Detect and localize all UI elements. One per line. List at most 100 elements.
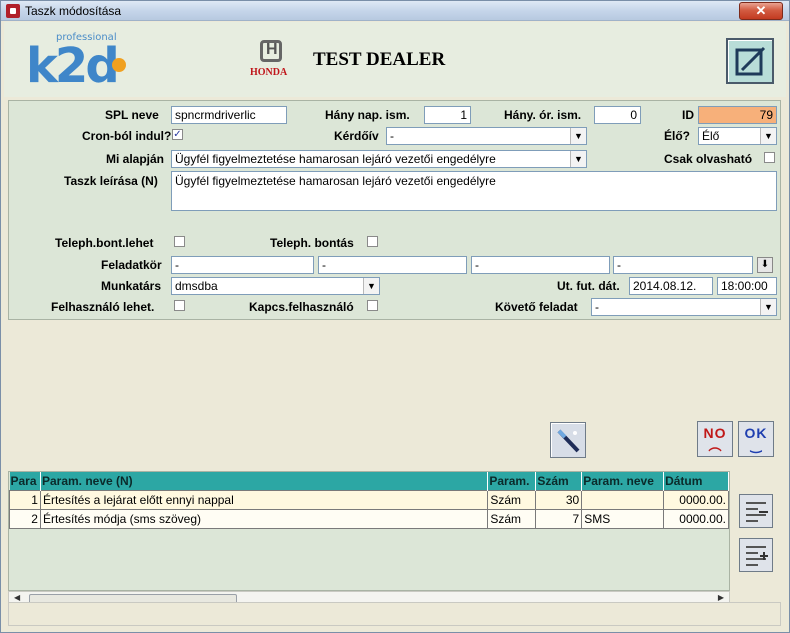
scroll-right-icon[interactable]: ▶	[718, 593, 724, 602]
felh-lehet-checkbox[interactable]	[174, 300, 185, 311]
col-header[interactable]: Param.	[487, 472, 537, 490]
cell-index[interactable]: 1	[9, 489, 41, 510]
cell-number[interactable]: 30	[535, 489, 583, 510]
cell-param-name[interactable]	[581, 489, 665, 510]
koveto-label: Követő feladat	[495, 300, 578, 314]
smile-icon: ‿	[750, 438, 762, 453]
hany-nap-label: Hány nap. ism.	[325, 108, 410, 122]
logo-dot	[112, 58, 126, 72]
dealer-name: TEST DEALER	[313, 49, 446, 70]
cell-param-name[interactable]: SMS	[581, 508, 665, 529]
koveto-select[interactable]: - ▼	[591, 298, 777, 316]
teleph-bont-lehet-checkbox[interactable]	[174, 236, 185, 247]
cell-name[interactable]: Értesítés módja (sms szöveg)	[39, 508, 489, 529]
client-area: professional k2d HONDA TEST DEALER SPL n…	[4, 22, 786, 630]
status-bar	[8, 602, 781, 626]
remove-param-button[interactable]	[739, 494, 773, 528]
list-remove-icon	[746, 502, 768, 522]
hany-or-label: Hány. ór. ism.	[504, 108, 582, 122]
table-row[interactable]: 2 Értesítés módja (sms szöveg) Szám 7 SM…	[9, 508, 729, 529]
param-table: Para Param. neve (N) Param. Szám Param. …	[8, 471, 730, 591]
teleph-bontas-checkbox[interactable]	[367, 236, 378, 247]
felh-lehet-label: Felhasználó lehet.	[51, 300, 155, 314]
mi-alapjan-select[interactable]: Ügyfél figyelmeztetése hamarosan lejáró …	[171, 150, 587, 168]
edit-button[interactable]	[726, 38, 774, 84]
no-button[interactable]: NO ︵	[697, 421, 733, 457]
magic-wand-icon	[557, 429, 580, 453]
col-header[interactable]: Param. neve	[581, 472, 665, 490]
feladatkor-input-2[interactable]: -	[318, 256, 467, 274]
col-header[interactable]: Dátum	[663, 472, 729, 490]
scroll-left-icon[interactable]: ◀	[14, 593, 20, 602]
wizard-button[interactable]	[550, 422, 586, 458]
csak-olv-label: Csak olvasható	[664, 152, 753, 166]
header: professional k2d HONDA TEST DEALER	[4, 22, 786, 97]
logo-main-text: k2d	[26, 38, 120, 94]
feladatkor-input-4[interactable]: -	[613, 256, 753, 274]
elo-value: Élő	[702, 129, 720, 143]
elo-select[interactable]: Élő ▼	[698, 127, 777, 145]
teleph-bontas-label: Teleph. bontás	[270, 236, 354, 250]
cell-index[interactable]: 2	[9, 508, 41, 529]
feladatkor-input-3[interactable]: -	[471, 256, 610, 274]
cell-date[interactable]: 0000.00.	[663, 489, 729, 510]
spl-input[interactable]: spncrmdriverlic	[171, 106, 287, 124]
chevron-down-icon[interactable]: ▼	[570, 128, 586, 144]
munkatars-label: Munkatárs	[101, 279, 162, 293]
cell-name[interactable]: Értesítés a lejárat előtt ennyi nappal	[39, 489, 489, 510]
cron-checkbox[interactable]: ✓	[172, 129, 183, 140]
title-bar[interactable]: Taszk módosítása ✕	[1, 1, 789, 21]
task-form-panel: SPL neve spncrmdriverlic Hány nap. ism. …	[8, 100, 781, 320]
chevron-down-icon[interactable]: ▼	[570, 151, 586, 167]
mi-alapjan-label: Mi alapján	[106, 152, 165, 166]
list-add-icon	[746, 546, 768, 566]
hany-nap-input[interactable]: 1	[424, 106, 471, 124]
cell-date[interactable]: 0000.00.	[663, 508, 729, 529]
elo-label: Élő?	[664, 129, 690, 143]
kerdoiv-select[interactable]: - ▼	[386, 127, 587, 145]
kapcs-felh-checkbox[interactable]	[367, 300, 378, 311]
close-button[interactable]: ✕	[739, 2, 783, 20]
window-title: Taszk módosítása	[25, 4, 122, 18]
edit-icon	[735, 46, 766, 76]
table-row[interactable]: 1 Értesítés a lejárat előtt ennyi nappal…	[9, 489, 729, 510]
leiras-label: Taszk leírása (N)	[64, 174, 158, 188]
table-header-row: Para Param. neve (N) Param. Szám Param. …	[9, 472, 729, 490]
kerdoiv-value: -	[390, 129, 394, 143]
honda-logo: HONDA	[250, 40, 290, 80]
add-param-button[interactable]	[739, 538, 773, 572]
k2d-logo: professional k2d	[26, 32, 146, 94]
chevron-down-icon[interactable]: ▼	[760, 299, 776, 315]
cell-type[interactable]: Szám	[487, 508, 537, 529]
frown-icon: ︵	[708, 438, 722, 453]
kapcs-felh-label: Kapcs.felhasználó	[249, 300, 354, 314]
cell-type[interactable]: Szám	[487, 489, 537, 510]
ok-button[interactable]: OK ‿	[738, 421, 774, 457]
chevron-down-icon[interactable]: ▼	[363, 278, 379, 294]
csak-olv-checkbox[interactable]	[764, 152, 775, 163]
arrow-down-icon[interactable]: ⬇	[757, 257, 773, 273]
honda-mark-icon	[260, 40, 282, 62]
col-header[interactable]: Szám	[535, 472, 583, 490]
munkatars-value: dmsdba	[175, 279, 218, 293]
ut-fut-date-input[interactable]: 2014.08.12.	[629, 277, 713, 295]
id-input[interactable]: 79	[698, 106, 777, 124]
col-header[interactable]: Para	[9, 472, 41, 490]
app-icon	[6, 4, 20, 18]
chevron-down-icon[interactable]: ▼	[760, 128, 776, 144]
koveto-value: -	[595, 300, 599, 314]
kerdoiv-label: Kérdőív	[334, 129, 379, 143]
cron-label: Cron-ból indul?	[82, 129, 172, 143]
feladatkor-input-1[interactable]: -	[171, 256, 314, 274]
mi-alapjan-value: Ügyfél figyelmeztetése hamarosan lejáró …	[175, 152, 496, 166]
ut-fut-time-input[interactable]: 18:00:00	[717, 277, 777, 295]
spl-label: SPL neve	[105, 108, 159, 122]
col-header[interactable]: Param. neve (N)	[40, 472, 489, 490]
cell-number[interactable]: 7	[535, 508, 583, 529]
feladatkor-label: Feladatkör	[101, 258, 162, 272]
munkatars-select[interactable]: dmsdba ▼	[171, 277, 380, 295]
hany-or-input[interactable]: 0	[594, 106, 641, 124]
leiras-textarea[interactable]: Ügyfél figyelmeztetése hamarosan lejáró …	[171, 171, 777, 211]
honda-word: HONDA	[250, 67, 288, 78]
id-label: ID	[682, 108, 694, 122]
